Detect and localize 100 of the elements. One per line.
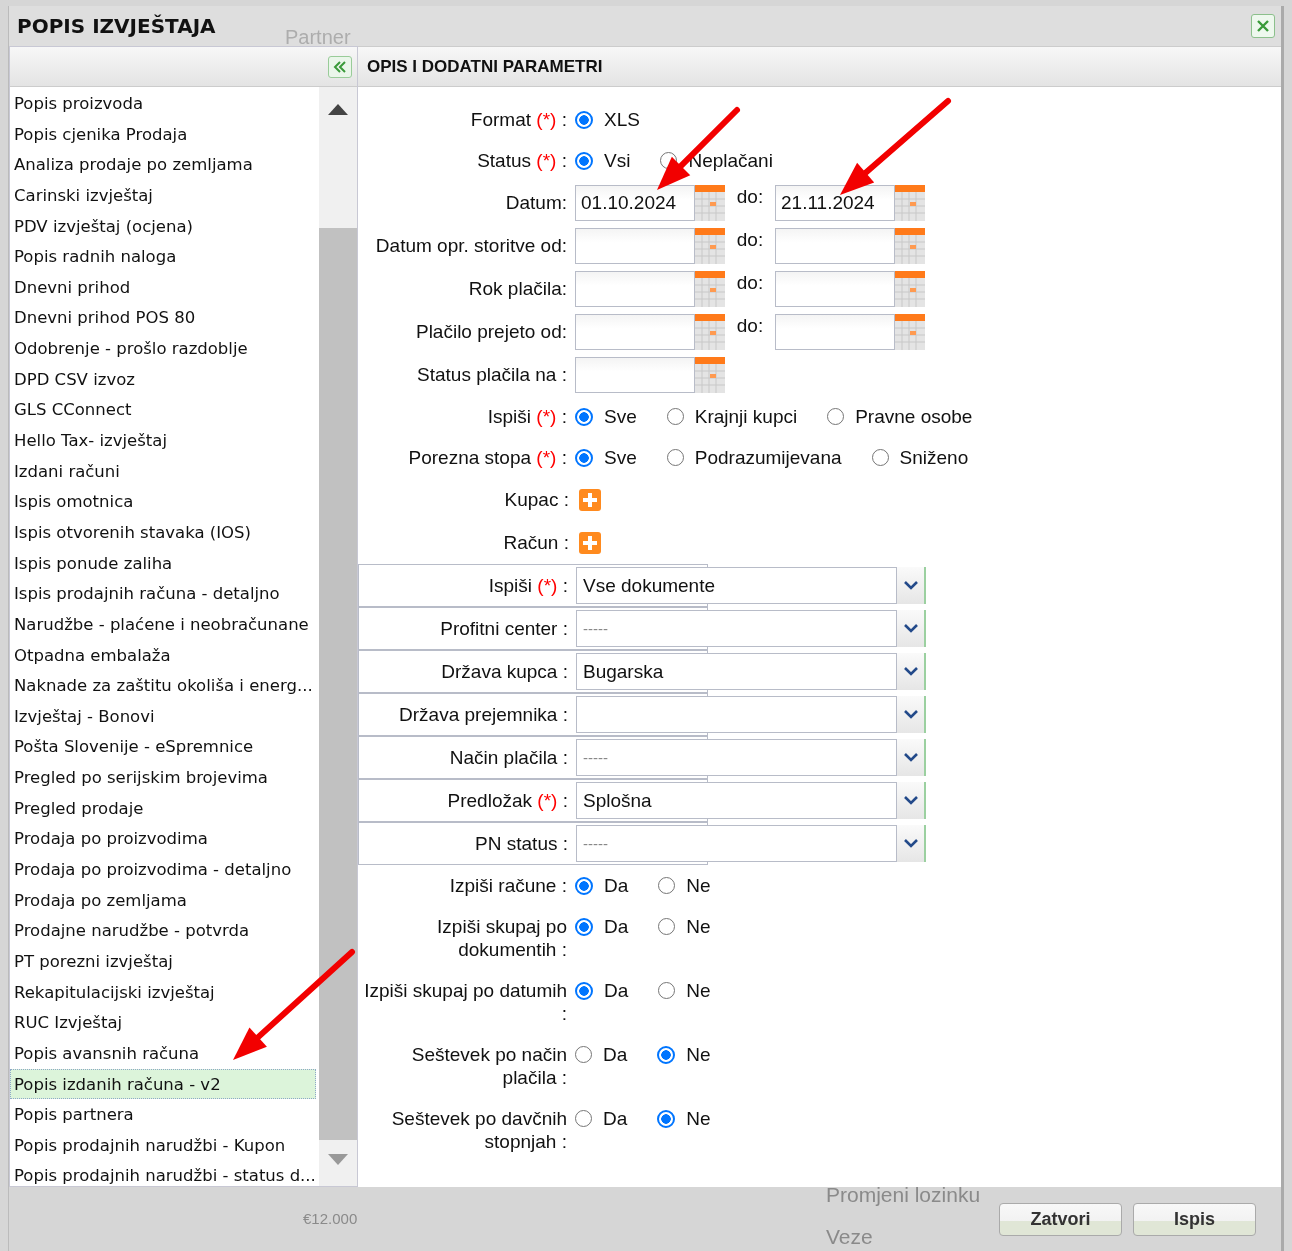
report-list-item[interactable]: Popis izdanih računa - v2 [10,1068,316,1100]
report-list-item[interactable]: Ispis omotnica [10,486,316,517]
calendar-icon[interactable] [695,356,725,393]
field-label: Izpiši račune : [448,874,568,897]
radio-option[interactable]: Krajnji kupci [666,405,798,428]
field-label: Seštevek po način plačila : [410,1043,568,1089]
chevron-down-icon [903,796,918,805]
report-list-item[interactable]: Otpadna embalaža [10,639,316,671]
radio-option[interactable]: Ne [657,1043,711,1066]
report-list-item[interactable]: Prodaja po zemljama [10,884,316,916]
scroll-down-icon[interactable] [328,1154,348,1166]
radio-option[interactable]: Da [575,915,629,938]
report-list-item[interactable]: Popis cjenika Prodaja [10,118,316,150]
report-list-item[interactable]: PT porezni izvještaj [10,945,316,977]
radio-option[interactable]: Da [575,874,629,897]
report-list-item[interactable]: Popis avansnih računa [10,1037,316,1069]
plus-icon [579,531,601,554]
report-list-item[interactable]: Dnevni prihod POS 80 [10,302,316,334]
report-list-item[interactable]: Popis partnera [10,1099,316,1130]
dropdown[interactable]: Vse dokumente [576,567,926,604]
calendar-icon[interactable] [695,184,725,221]
chevron-down-icon [903,839,918,848]
date-field[interactable] [775,227,925,264]
date-field[interactable] [775,270,925,307]
report-list-item[interactable]: Pregled po serijskim brojevima [10,762,316,793]
add-button[interactable] [579,488,601,511]
dialog-button[interactable]: Ispis [1133,1202,1256,1236]
chevron-down-icon [903,667,918,676]
radio-option[interactable]: Sve [575,405,637,428]
report-list-item[interactable]: Narudžbe - plaćene i neobračunane [10,608,316,640]
report-list-item[interactable]: RUC Izvještaj [10,1007,316,1038]
report-list-item[interactable]: GLS CConnect [10,394,316,426]
date-field[interactable] [575,313,725,350]
radio-option[interactable]: XLS [575,108,640,131]
dropdown[interactable] [576,696,926,733]
radio-option[interactable]: Ne [658,979,711,1002]
close-button[interactable] [1251,14,1275,38]
dropdown[interactable]: ----- [576,610,926,647]
radio-option[interactable]: Ne [658,874,711,897]
report-list-item[interactable]: Pošta Slovenije - eSpremnice [10,731,316,763]
report-list-item[interactable]: Ispis ponude zaliha [10,547,316,579]
report-list-item[interactable]: Popis prodajnih narudžbi - Kupon [10,1129,316,1161]
field-label: PN status : [474,832,569,855]
report-list-item[interactable]: Popis prodajnih narudžbi - status d... [10,1160,316,1186]
report-list-item[interactable]: Analiza prodaje po zemljama [10,149,316,180]
dropdown[interactable]: Bugarska [576,653,926,690]
dropdown[interactable]: Splošna [576,782,926,819]
report-list-item[interactable]: Dnevni prihod [10,271,316,303]
radio-option[interactable]: Da [575,1107,628,1130]
calendar-icon[interactable] [695,270,725,307]
scrollbar-thumb[interactable] [319,228,357,1140]
radio-option[interactable]: Pravne osobe [827,405,973,428]
report-list-item[interactable]: Izvještaj - Bonovi [10,700,316,732]
report-list-item[interactable]: Hello Tax- izvještaj [10,425,316,456]
report-list-item[interactable]: PDV izvještaj (ocjena) [10,210,316,242]
radio-option[interactable]: Sniženo [871,446,969,469]
scrollbar[interactable] [319,87,357,1186]
date-field[interactable] [575,356,725,393]
scroll-up-icon[interactable] [328,103,348,115]
background-text: Veze [826,1225,873,1249]
report-list-item[interactable]: Odobrenje - prošlo razdoblje [10,333,316,364]
chevron-down-icon [903,710,918,719]
calendar-icon[interactable] [895,313,925,350]
report-list-item[interactable]: Popis proizvoda [10,88,316,119]
calendar-icon[interactable] [695,227,725,264]
report-list-item[interactable]: Ispis otvorenih stavaka (IOS) [10,516,316,548]
report-list-item[interactable]: Pregled prodaje [10,792,316,824]
report-list-item[interactable]: Popis radnih naloga [10,241,316,272]
radio-option[interactable]: Podrazumijevana [666,446,842,469]
report-list-item[interactable]: Prodajne narudžbe - potvrda [10,915,316,946]
field-label: Ispiši (*) : [487,574,569,597]
report-list-item[interactable]: Carinski izvještaj [10,179,316,211]
radio-option[interactable]: Sve [575,446,637,469]
report-list-item[interactable]: DPD CSV izvoz [10,363,316,395]
chevron-down-icon [903,753,918,762]
report-list-item[interactable]: Izdani računi [10,455,316,487]
to-label: do: [735,271,765,294]
dialog-button[interactable]: Zatvori [999,1202,1122,1236]
calendar-icon[interactable] [695,313,725,350]
date-field[interactable] [575,227,725,264]
calendar-icon[interactable] [895,270,925,307]
field-label: Plačilo prejeto od: [414,320,568,343]
radio-option[interactable]: Ne [658,915,711,938]
dropdown[interactable]: ----- [576,825,926,862]
report-list-item[interactable]: Ispis prodajnih računa - detaljno [10,578,316,609]
calendar-icon[interactable] [895,184,925,221]
date-field[interactable] [775,313,925,350]
report-list-item[interactable]: Naknade za zaštitu okoliša i energ... [10,670,316,701]
dropdown[interactable]: ----- [576,739,926,776]
radio-option[interactable]: Ne [657,1107,711,1130]
add-button[interactable] [579,531,601,554]
radio-option[interactable]: Da [575,979,629,1002]
radio-option[interactable]: Da [575,1043,628,1066]
calendar-icon[interactable] [895,227,925,264]
radio-option[interactable]: Vsi [575,149,631,172]
report-list-item[interactable]: Prodaja po proizvodima - detaljno [10,854,316,885]
report-list-item[interactable]: Prodaja po proizvodima [10,823,316,854]
report-list-item[interactable]: Rekapitulacijski izvještaj [10,976,316,1008]
collapse-button[interactable] [328,55,352,78]
date-field[interactable] [575,270,725,307]
